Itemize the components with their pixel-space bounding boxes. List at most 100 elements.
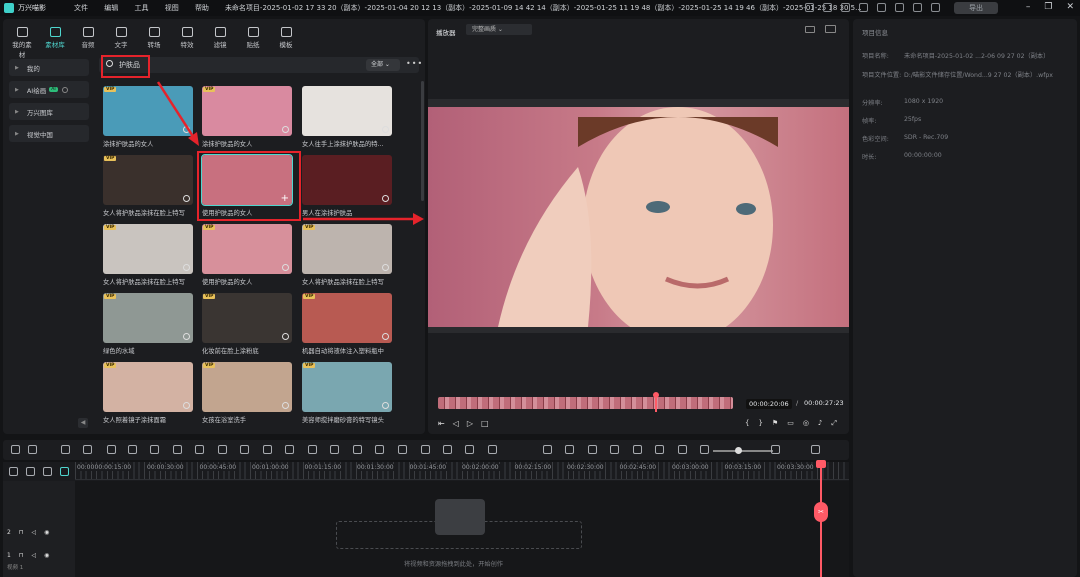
greenscreen-icon[interactable]	[421, 445, 430, 454]
drop-hint: 将视频和资源拖拽到此处，开始创作	[404, 561, 503, 568]
render-icon[interactable]	[543, 445, 552, 454]
mic-icon[interactable]	[610, 445, 619, 454]
keyframe-icon[interactable]	[330, 445, 339, 454]
redo-icon[interactable]	[83, 445, 92, 454]
speed-icon[interactable]	[263, 445, 272, 454]
crop-icon[interactable]	[150, 445, 159, 454]
edit-toolbar	[3, 440, 849, 460]
play-icon[interactable]: ▷	[467, 419, 473, 428]
detach-audio-icon[interactable]	[443, 445, 452, 454]
link-icon[interactable]	[26, 467, 35, 476]
zoom-in-icon[interactable]	[771, 445, 780, 454]
transform-icon[interactable]	[173, 445, 182, 454]
ruler-label: 00:03:15:00	[724, 464, 763, 471]
info-value: 00:00:00:00	[904, 152, 942, 159]
stop-icon[interactable]: □	[481, 419, 489, 428]
info-row: 项目文件位置: D:/喵影文件储存位置/Wond...9 27 02（副本）.wf…	[862, 70, 1053, 79]
audio-icon[interactable]	[308, 445, 317, 454]
lock-icon[interactable]: ⊓	[19, 529, 24, 536]
mark-in-icon[interactable]: {	[745, 419, 749, 428]
playback-controls: ⇤ ◁ ▷ □	[438, 419, 489, 428]
ruler-label: 00:00:45:00	[199, 464, 238, 471]
ruler-label: 00:01:15:00	[304, 464, 343, 471]
track-header-1: 1 ⊓ ◁ ◉	[7, 552, 49, 559]
preview-playhead[interactable]	[653, 392, 660, 412]
speaker-icon[interactable]: ◁	[32, 529, 37, 536]
ruler-label: 00:01:00:00	[252, 464, 290, 471]
color-icon[interactable]	[240, 445, 249, 454]
eye-icon[interactable]: ◉	[44, 529, 49, 536]
player-tools: { } ⚑ ▭ ◎ ♪ ⤢	[745, 419, 837, 428]
scissors-icon[interactable]: ✂	[814, 502, 828, 522]
info-value: SDR - Rec.709	[904, 134, 949, 141]
timeline-ruler[interactable]: 00:00 00:00:15:00 00:00:30:00 00:00:45:00 00…	[75, 462, 849, 480]
step-back-icon[interactable]: ◁	[453, 419, 459, 428]
zoom-knob[interactable]	[735, 447, 742, 454]
snapshot-icon[interactable]	[825, 25, 836, 33]
current-timecode: 00:00:20:06	[746, 399, 792, 409]
undo-icon[interactable]	[61, 445, 70, 454]
media-placeholder-icon	[435, 499, 485, 535]
info-value: 未命名项目-2025-01-02 ...2-06 09 27 02（副本）	[904, 53, 1050, 60]
freeze-icon[interactable]	[285, 445, 294, 454]
preview-filmstrip[interactable]	[438, 397, 733, 409]
expand-more-icon[interactable]	[488, 445, 497, 454]
info-row: 帧率: 25fps	[862, 116, 921, 125]
total-timecode: 00:00:27:23	[804, 399, 844, 407]
timecode-separator: /	[796, 399, 799, 407]
record-icon[interactable]	[465, 445, 474, 454]
razor-tool-icon[interactable]	[28, 445, 37, 454]
fullscreen-icon[interactable]: ⤢	[831, 419, 837, 428]
lock-icon[interactable]: ⊓	[19, 552, 24, 559]
shield-icon[interactable]	[588, 445, 597, 454]
ruler-label: 00:02:00:00	[462, 464, 500, 471]
mark-out-icon[interactable]: }	[758, 419, 762, 428]
zoom-out-icon[interactable]	[700, 445, 709, 454]
select-tool-icon[interactable]	[11, 445, 20, 454]
screen-icon[interactable]: ▭	[787, 419, 794, 428]
fit-icon[interactable]	[678, 445, 687, 454]
track-headers: 2 ⊓ ◁ ◉ 1 ⊓ ◁ ◉ 视频 1	[3, 481, 75, 577]
quality-dropdown[interactable]: 完整画质 ⌄	[466, 24, 532, 35]
info-value: D:/喵影文件储存位置/Wond...9 27 02（副本）.wfpx	[904, 72, 1053, 79]
ai-cutout-icon[interactable]	[375, 445, 384, 454]
quality-value: 完整画质	[472, 26, 497, 33]
camera-icon[interactable]: ◎	[803, 419, 809, 428]
eye-icon[interactable]: ◉	[44, 552, 49, 559]
text-tool-icon[interactable]	[195, 445, 204, 454]
timeline-playhead[interactable]: ✂	[814, 460, 828, 577]
voiceover-icon[interactable]	[633, 445, 642, 454]
ruler-label: 00:00:30:00	[147, 464, 185, 471]
preview-player: 播放器 完整画质 ⌄ 00:00:20:06 / 00:00:27:23 ⇤ ◁…	[428, 19, 849, 434]
snap-icon[interactable]	[565, 445, 574, 454]
track-number: 1	[7, 552, 11, 559]
prev-frame-icon[interactable]: ⇤	[438, 419, 445, 428]
playhead-handle[interactable]	[816, 460, 826, 468]
zoom-slider[interactable]	[713, 447, 773, 454]
mask-icon[interactable]	[218, 445, 227, 454]
marker-icon[interactable]: ⚑	[772, 419, 778, 428]
info-row: 分辨率: 1080 x 1920	[862, 98, 943, 107]
motion-track-icon[interactable]	[398, 445, 407, 454]
project-info-panel: 项目信息 项目名称: 未命名项目-2025-01-02 ...2-06 09 27…	[853, 19, 1077, 577]
speaker-icon[interactable]: ◁	[32, 552, 37, 559]
delete-icon[interactable]	[107, 445, 116, 454]
volume-icon[interactable]: ♪	[818, 419, 822, 428]
video-preview	[428, 99, 849, 343]
magnet-icon[interactable]	[43, 467, 52, 476]
image-icon[interactable]	[655, 445, 664, 454]
ripple-icon[interactable]	[60, 467, 69, 476]
track-header-2: 2 ⊓ ◁ ◉	[7, 529, 49, 536]
player-tab[interactable]: 播放器	[436, 27, 456, 37]
info-key: 项目文件位置:	[862, 72, 902, 79]
display-icon[interactable]	[805, 26, 815, 33]
info-value: 25fps	[904, 116, 922, 123]
add-track-icon[interactable]	[9, 467, 18, 476]
panel-title: 项目信息	[862, 29, 888, 37]
stabilize-icon[interactable]	[353, 445, 362, 454]
grid-view-icon[interactable]	[811, 445, 820, 454]
info-key: 项目名称:	[862, 53, 889, 60]
info-row: 色彩空间: SDR - Rec.709	[862, 134, 948, 143]
ruler-label: 00:00:15:00	[94, 464, 133, 471]
split-icon[interactable]	[128, 445, 137, 454]
